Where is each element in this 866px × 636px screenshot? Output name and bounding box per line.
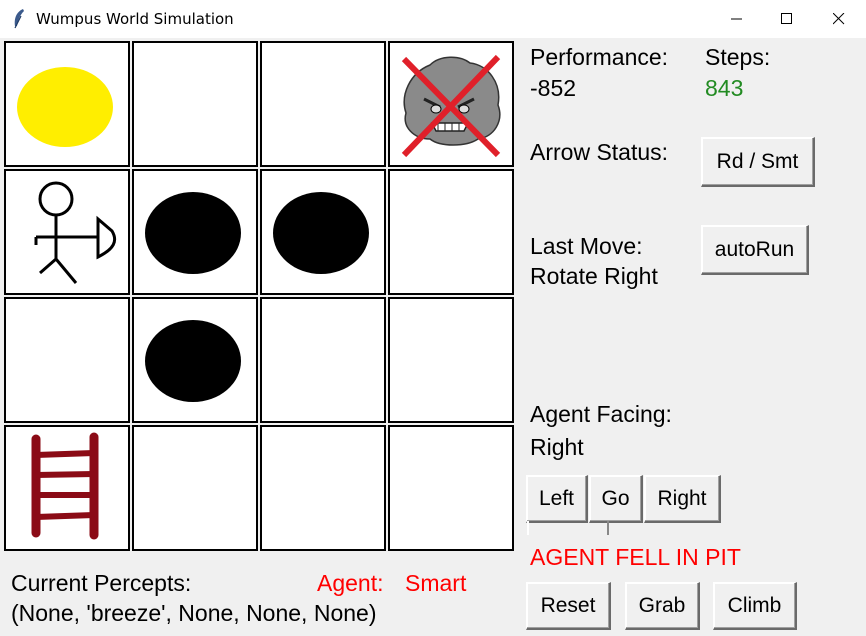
autorun-button[interactable]: autoRun bbox=[701, 225, 809, 275]
left-button[interactable]: Left bbox=[526, 475, 588, 523]
performance-value: -852 bbox=[530, 75, 577, 101]
cell-gold bbox=[4, 41, 130, 167]
gold-icon bbox=[17, 67, 113, 147]
cell-empty bbox=[4, 297, 130, 423]
grab-button[interactable]: Grab bbox=[625, 582, 700, 630]
cell-agent bbox=[4, 169, 130, 295]
close-icon bbox=[833, 13, 845, 25]
title-bar: Wumpus World Simulation bbox=[0, 0, 866, 38]
performance-label: Performance: bbox=[530, 44, 669, 70]
feather-icon bbox=[14, 9, 24, 29]
pit-icon bbox=[145, 320, 241, 402]
reset-button[interactable]: Reset bbox=[526, 582, 611, 630]
scale-slider[interactable] bbox=[527, 521, 609, 535]
cell-empty bbox=[132, 41, 258, 167]
climb-button[interactable]: Climb bbox=[713, 582, 797, 630]
agent-facing-value: Right bbox=[530, 434, 584, 460]
maximize-icon bbox=[781, 13, 792, 24]
window-title: Wumpus World Simulation bbox=[36, 10, 234, 28]
close-button[interactable] bbox=[813, 0, 865, 38]
last-move-value: Rotate Right bbox=[530, 263, 658, 289]
maximize-button[interactable] bbox=[761, 0, 813, 38]
agent-icon bbox=[34, 181, 117, 284]
dead-wumpus-icon bbox=[401, 54, 501, 158]
cell-dead-wumpus bbox=[388, 41, 514, 167]
cell-empty bbox=[388, 425, 514, 551]
agent-type-label: Agent: bbox=[317, 570, 384, 596]
go-button[interactable]: Go bbox=[589, 475, 643, 523]
last-move-label: Last Move: bbox=[530, 233, 643, 259]
steps-label: Steps: bbox=[705, 44, 771, 70]
cell-empty bbox=[132, 425, 258, 551]
game-board bbox=[2, 39, 514, 551]
pit-icon bbox=[145, 192, 241, 274]
steps-value: 843 bbox=[705, 75, 744, 101]
minimize-icon bbox=[731, 18, 742, 20]
cell-empty bbox=[260, 41, 386, 167]
percepts-label: Current Percepts: bbox=[11, 570, 192, 596]
right-button[interactable]: Right bbox=[644, 475, 721, 523]
arrow-status-label: Arrow Status: bbox=[530, 139, 669, 165]
cell-pit bbox=[260, 169, 386, 295]
minimize-button[interactable] bbox=[711, 0, 763, 38]
mode-toggle-button[interactable]: Rd / Smt bbox=[701, 137, 815, 187]
cell-pit bbox=[132, 297, 258, 423]
alert-message: AGENT FELL IN PIT bbox=[530, 544, 741, 570]
cell-pit bbox=[132, 169, 258, 295]
agent-facing-label: Agent Facing: bbox=[530, 401, 672, 427]
cell-empty bbox=[388, 297, 514, 423]
pit-icon bbox=[273, 192, 369, 274]
cell-empty bbox=[388, 169, 514, 295]
agent-type-value: Smart bbox=[405, 570, 467, 596]
cell-empty bbox=[260, 297, 386, 423]
cell-empty bbox=[260, 425, 386, 551]
ladder-icon bbox=[31, 432, 99, 540]
percepts-value: (None, 'breeze', None, None, None) bbox=[11, 600, 377, 626]
cell-ladder bbox=[4, 425, 130, 551]
